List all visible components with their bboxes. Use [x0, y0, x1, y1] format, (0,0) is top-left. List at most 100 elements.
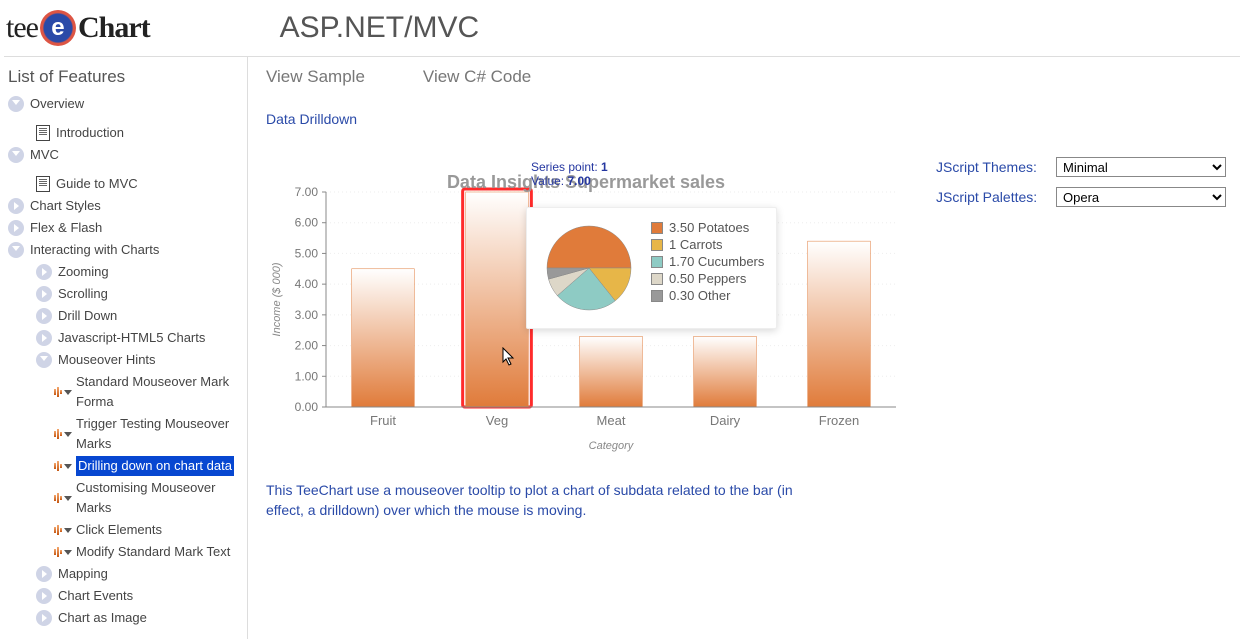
- arrow-right-icon: [8, 198, 24, 214]
- arrow-down-icon: [8, 147, 24, 163]
- sidebar-item-label: Customising Mouseover Marks: [76, 478, 243, 518]
- controls-panel: JScript Themes: Minimal JScript Palettes…: [936, 157, 1226, 217]
- sidebar: List of Features Overview IntroductionMVC…: [0, 57, 248, 639]
- chart-leaf-icon: [54, 493, 72, 503]
- sidebar-item-customising-mouseover-marks[interactable]: Customising Mouseover Marks: [54, 477, 243, 519]
- sidebar-item-label: Drill Down: [58, 306, 117, 326]
- arrow-right-icon: [36, 610, 52, 626]
- sidebar-item-label: Standard Mouseover Mark Forma: [76, 372, 243, 412]
- themes-label: JScript Themes:: [936, 159, 1056, 175]
- svg-text:5.00: 5.00: [295, 246, 319, 260]
- tooltip-series-label: Series point:: [531, 160, 598, 174]
- sidebar-item-click-elements[interactable]: Click Elements: [54, 519, 243, 541]
- sidebar-item-overview[interactable]: Overview: [8, 93, 243, 115]
- description: This TeeChart use a mouseover tooltip to…: [266, 481, 826, 520]
- svg-text:1.00: 1.00: [295, 369, 319, 383]
- page-title: ASP.NET/MVC: [280, 11, 480, 45]
- bar-meat[interactable]: [580, 336, 643, 407]
- tooltip-value-value: 7.00: [567, 174, 590, 188]
- legend-item-other: 0.30 Other: [651, 288, 764, 303]
- logo-e-icon: e: [40, 10, 76, 46]
- arrow-right-icon: [36, 264, 52, 280]
- sidebar-item-label: Drilling down on chart data: [76, 456, 234, 476]
- bar-fruit[interactable]: [352, 269, 415, 407]
- arrow-right-icon: [8, 220, 24, 236]
- sidebar-item-flex-flash[interactable]: Flex & Flash: [8, 217, 243, 239]
- sidebar-item-trigger-testing-mouseover-marks[interactable]: Trigger Testing Mouseover Marks: [54, 413, 243, 455]
- sidebar-item-standard-mouseover-mark-forma[interactable]: Standard Mouseover Mark Forma: [54, 371, 243, 413]
- sidebar-item-mvc[interactable]: MVC: [8, 144, 243, 166]
- palettes-label: JScript Palettes:: [936, 189, 1056, 205]
- sidebar-item-guide-to-mvc[interactable]: Guide to MVC: [36, 173, 243, 195]
- arrow-down-icon: [8, 96, 24, 112]
- themes-select[interactable]: Minimal: [1056, 157, 1226, 177]
- pie-chart: [539, 218, 639, 318]
- sidebar-item-interacting-with-charts[interactable]: Interacting with Charts: [8, 239, 243, 261]
- sidebar-item-modify-standard-mark-text[interactable]: Modify Standard Mark Text: [54, 541, 243, 563]
- sidebar-item-label: Trigger Testing Mouseover Marks: [76, 414, 243, 454]
- arrow-down-icon: [36, 352, 52, 368]
- header: tee e Chart ASP.NET/MVC: [0, 0, 1244, 56]
- arrow-right-icon: [36, 308, 52, 324]
- sidebar-item-label: Mapping: [58, 564, 108, 584]
- tab-view-sample[interactable]: View Sample: [266, 67, 365, 87]
- sidebar-item-introduction[interactable]: Introduction: [36, 122, 243, 144]
- legend-item-carrots: 1 Carrots: [651, 237, 764, 252]
- sidebar-item-chart-as-image[interactable]: Chart as Image: [36, 607, 243, 629]
- document-icon: [36, 125, 50, 141]
- legend-swatch-icon: [651, 256, 663, 268]
- sidebar-item-drill-down[interactable]: Drill Down: [36, 305, 243, 327]
- chart-leaf-icon: [54, 547, 72, 557]
- svg-text:Meat: Meat: [597, 413, 626, 428]
- tab-view-csharp[interactable]: View C# Code: [423, 67, 531, 87]
- tooltip-meta: Series point: 1 Value: 7.00: [531, 160, 608, 188]
- bar-veg[interactable]: [466, 192, 529, 407]
- sidebar-item-mapping[interactable]: Mapping: [36, 563, 243, 585]
- bar-frozen[interactable]: [808, 241, 871, 407]
- palettes-select[interactable]: Opera: [1056, 187, 1226, 207]
- legend-label: 3.50 Potatoes: [669, 220, 749, 235]
- bar-dairy[interactable]: [694, 336, 757, 407]
- svg-text:Dairy: Dairy: [710, 413, 741, 428]
- svg-text:Frozen: Frozen: [819, 413, 859, 428]
- sidebar-item-label: Introduction: [56, 123, 124, 143]
- svg-text:Income ($ 000): Income ($ 000): [271, 262, 283, 336]
- sidebar-item-label: Guide to MVC: [56, 174, 138, 194]
- sidebar-item-drilling-down-on-chart-data[interactable]: Drilling down on chart data: [54, 455, 243, 477]
- legend-swatch-icon: [651, 239, 663, 251]
- arrow-right-icon: [36, 588, 52, 604]
- legend-swatch-icon: [651, 290, 663, 302]
- logo-text-chart: Chart: [78, 11, 150, 45]
- tooltip-series-value: 1: [601, 160, 608, 174]
- tooltip-value-label: Value:: [531, 174, 564, 188]
- legend-label: 0.30 Other: [669, 288, 730, 303]
- sidebar-item-label: Chart as Image: [58, 608, 147, 628]
- sidebar-item-scrolling[interactable]: Scrolling: [36, 283, 243, 305]
- legend-item-potatoes: 3.50 Potatoes: [651, 220, 764, 235]
- arrow-right-icon: [36, 566, 52, 582]
- svg-text:6.00: 6.00: [295, 216, 319, 230]
- sidebar-item-label: Javascript-HTML5 Charts: [58, 328, 205, 348]
- legend-label: 0.50 Peppers: [669, 271, 746, 286]
- sidebar-item-chart-events[interactable]: Chart Events: [36, 585, 243, 607]
- main-panel: View Sample View C# Code Data Drilldown …: [248, 57, 1244, 639]
- sidebar-item-label: Zooming: [58, 262, 109, 282]
- chart-leaf-icon: [54, 461, 72, 471]
- document-icon: [36, 176, 50, 192]
- sidebar-item-label: Overview: [30, 94, 84, 114]
- sidebar-item-label: Chart Events: [58, 586, 133, 606]
- sidebar-title: List of Features: [8, 67, 243, 87]
- feature-tree: OverviewIntroductionMVCGuide to MVCChart…: [6, 93, 243, 629]
- legend-label: 1 Carrots: [669, 237, 722, 252]
- sidebar-item-chart-styles[interactable]: Chart Styles: [8, 195, 243, 217]
- sidebar-item-label: Modify Standard Mark Text: [76, 542, 230, 562]
- sidebar-item-javascript-html5-charts[interactable]: Javascript-HTML5 Charts: [36, 327, 243, 349]
- sidebar-item-label: MVC: [30, 145, 59, 165]
- sidebar-item-zooming[interactable]: Zooming: [36, 261, 243, 283]
- pie-tooltip: 3.50 Potatoes1 Carrots1.70 Cucumbers0.50…: [526, 207, 777, 329]
- sidebar-item-mouseover-hints[interactable]: Mouseover Hints: [36, 349, 243, 371]
- section-link[interactable]: Data Drilldown: [266, 111, 357, 127]
- legend-swatch-icon: [651, 273, 663, 285]
- sidebar-item-label: Chart Styles: [30, 196, 101, 216]
- chart-holder: Data Insights Supermarket sales Series p…: [266, 157, 906, 457]
